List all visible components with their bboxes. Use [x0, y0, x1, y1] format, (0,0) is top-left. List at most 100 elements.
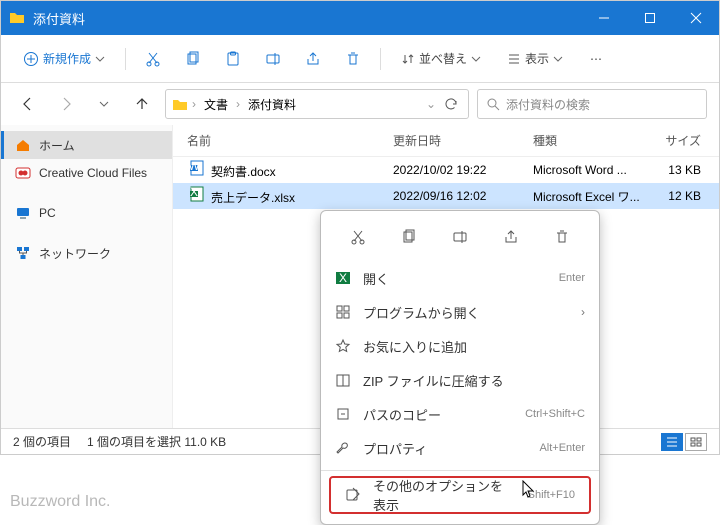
more-button[interactable]: ⋯ [579, 43, 613, 75]
minimize-button[interactable] [581, 1, 627, 35]
file-row[interactable]: W 契約書.docx 2022/10/02 19:22 Microsoft Wor… [173, 157, 719, 183]
sort-button[interactable]: 並べ替え [391, 43, 491, 75]
ctx-shortcut: Enter [559, 272, 585, 284]
svg-text:X: X [190, 186, 198, 199]
maximize-button[interactable] [627, 1, 673, 35]
view-icons-button[interactable] [685, 433, 707, 451]
ctx-label: ZIP ファイルに圧縮する [363, 371, 585, 390]
watermark: Buzzword Inc. [10, 493, 110, 511]
search-icon [486, 97, 500, 111]
ctx-shortcut: Ctrl+Shift+C [525, 408, 585, 420]
separator [321, 470, 599, 471]
sidebar: ホーム Creative Cloud Files PC ネットワーク [1, 125, 173, 428]
window-title: 添付資料 [33, 9, 581, 28]
cursor-icon [522, 480, 536, 498]
context-menu: X 開く Enter プログラムから開く › お気に入りに追加 ZIP ファイル… [320, 210, 600, 525]
ctx-label: お気に入りに追加 [363, 337, 585, 356]
word-icon: W [187, 160, 207, 176]
ctx-cut-button[interactable] [342, 223, 374, 251]
file-name: 売上データ.xlsx [211, 191, 295, 205]
new-label: 新規作成 [43, 50, 91, 67]
ctx-rename-button[interactable] [444, 223, 476, 251]
col-date[interactable]: 更新日時 [393, 132, 533, 149]
back-button[interactable] [13, 89, 43, 119]
ctx-zip[interactable]: ZIP ファイルに圧縮する [321, 363, 599, 397]
ctx-properties[interactable]: プロパティ Alt+Enter [321, 431, 599, 465]
toolbar: 新規作成 並べ替え 表示 ⋯ [1, 35, 719, 83]
star-icon [335, 338, 351, 354]
search-placeholder: 添付資料の検索 [506, 96, 590, 113]
home-icon [15, 137, 31, 153]
ctx-label: パスのコピー [363, 405, 513, 424]
pc-icon [15, 205, 31, 221]
sidebar-label: PC [39, 206, 56, 220]
breadcrumb-item[interactable]: 文書 [200, 94, 232, 115]
ctx-open[interactable]: X 開く Enter [321, 261, 599, 295]
folder-icon [9, 10, 25, 26]
excel-icon: X [335, 270, 351, 286]
file-size: 12 KB [653, 189, 719, 203]
ctx-shortcut: Alt+Enter [539, 442, 585, 454]
file-date: 2022/09/16 12:02 [393, 189, 533, 203]
chevron-right-icon: › [236, 97, 240, 111]
cloud-icon [15, 165, 31, 181]
ctx-more-options[interactable]: その他のオプションを表示 Shift+F10 [331, 478, 589, 512]
sidebar-label: Creative Cloud Files [39, 166, 147, 180]
col-type[interactable]: 種類 [533, 132, 653, 149]
forward-button[interactable] [51, 89, 81, 119]
close-button[interactable] [673, 1, 719, 35]
status-selected: 1 個の項目を選択 11.0 KB [87, 433, 226, 450]
refresh-button[interactable] [440, 93, 462, 115]
view-details-button[interactable] [661, 433, 683, 451]
network-icon [15, 245, 31, 261]
view-label: 表示 [525, 50, 549, 67]
excel-icon: X [187, 186, 207, 202]
chevron-right-icon: › [581, 305, 585, 319]
chevron-right-icon: › [192, 97, 196, 111]
sidebar-item-ccf[interactable]: Creative Cloud Files [1, 159, 172, 187]
highlighted-item: その他のオプションを表示 Shift+F10 [329, 476, 591, 514]
breadcrumb[interactable]: › 文書 › 添付資料 ⌄ [165, 89, 469, 119]
chevron-down-icon[interactable]: ⌄ [426, 97, 436, 111]
ctx-copypath[interactable]: パスのコピー Ctrl+Shift+C [321, 397, 599, 431]
sidebar-item-pc[interactable]: PC [1, 199, 172, 227]
zip-icon [335, 372, 351, 388]
col-size[interactable]: サイズ [653, 132, 719, 149]
ctx-label: その他のオプションを表示 [373, 476, 516, 514]
svg-text:W: W [189, 160, 200, 173]
file-name: 契約書.docx [211, 165, 276, 179]
new-button[interactable]: 新規作成 [13, 43, 115, 75]
ctx-label: プログラムから開く [363, 303, 569, 322]
ctx-label: 開く [363, 269, 547, 288]
file-type: Microsoft Word ... [533, 163, 653, 177]
column-headers[interactable]: 名前 更新日時 種類 サイズ [173, 125, 719, 157]
breadcrumb-item[interactable]: 添付資料 [244, 94, 300, 115]
paste-button[interactable] [216, 43, 250, 75]
titlebar[interactable]: 添付資料 [1, 1, 719, 35]
col-name[interactable]: 名前 [173, 132, 393, 149]
file-row[interactable]: X売上データ.xlsx 2022/09/16 12:02 Microsoft E… [173, 183, 719, 209]
ctx-favorite[interactable]: お気に入りに追加 [321, 329, 599, 363]
sidebar-item-home[interactable]: ホーム [1, 131, 172, 159]
search-input[interactable]: 添付資料の検索 [477, 89, 707, 119]
view-button[interactable]: 表示 [497, 43, 573, 75]
ctx-delete-button[interactable] [546, 223, 578, 251]
ctx-openwith[interactable]: プログラムから開く › [321, 295, 599, 329]
path-icon [335, 406, 351, 422]
sidebar-item-network[interactable]: ネットワーク [1, 239, 172, 267]
ctx-share-button[interactable] [495, 223, 527, 251]
wrench-icon [335, 440, 351, 456]
sort-label: 並べ替え [419, 50, 467, 67]
rename-button[interactable] [256, 43, 290, 75]
more-icon [345, 487, 361, 503]
cut-button[interactable] [136, 43, 170, 75]
delete-button[interactable] [336, 43, 370, 75]
up-button[interactable] [127, 89, 157, 119]
copy-button[interactable] [176, 43, 210, 75]
file-size: 13 KB [653, 163, 719, 177]
file-date: 2022/10/02 19:22 [393, 163, 533, 177]
recent-button[interactable] [89, 89, 119, 119]
ctx-copy-button[interactable] [393, 223, 425, 251]
share-button[interactable] [296, 43, 330, 75]
app-icon [335, 304, 351, 320]
